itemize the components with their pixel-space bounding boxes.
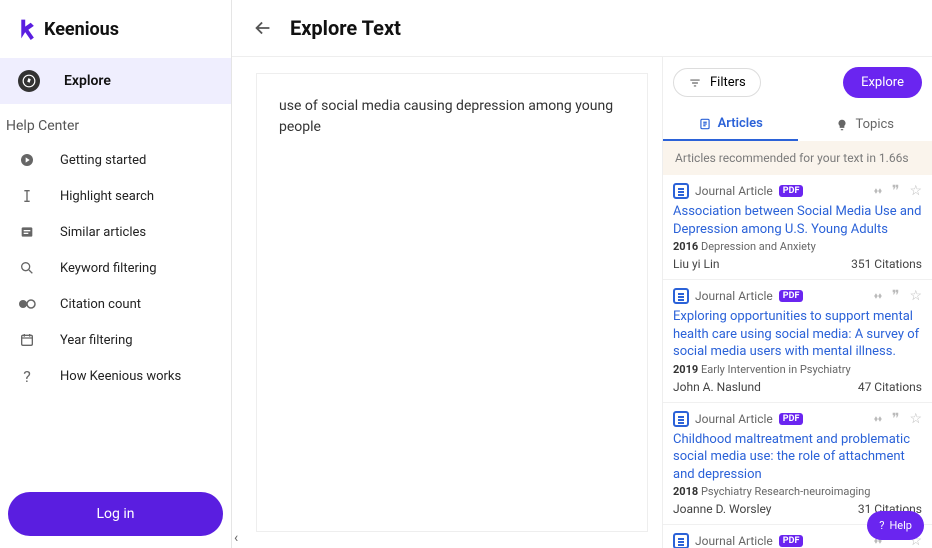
- help-question-icon: ?: [879, 519, 884, 532]
- hc-getting-started[interactable]: Getting started: [0, 142, 231, 178]
- filters-button[interactable]: Filters: [673, 68, 761, 97]
- article-meta: 2016 Depression and Anxiety: [673, 240, 922, 253]
- toggle-icon: [18, 295, 36, 313]
- result-tabs: Articles Topics: [663, 108, 932, 141]
- sidebar: Keenious Explore Help Center Getting sta…: [0, 0, 232, 548]
- recommendation-banner: Articles recommended for your text in 1.…: [663, 141, 932, 175]
- help-center-heading: Help Center: [0, 104, 231, 142]
- hc-similar-articles[interactable]: Similar articles: [0, 214, 231, 250]
- search-icon: [18, 259, 36, 277]
- pdf-badge: PDF: [779, 290, 804, 302]
- article-type: Journal Article: [695, 534, 773, 548]
- pdf-badge: PDF: [779, 185, 804, 197]
- hc-citation-count[interactable]: Citation count: [0, 286, 231, 322]
- article-meta: 2018 Psychiatry Research-neuroimaging: [673, 485, 922, 498]
- article-type: Journal Article: [695, 184, 773, 198]
- sidebar-item-label: Explore: [64, 73, 111, 89]
- text-cursor-icon: [18, 187, 36, 205]
- quote-icon[interactable]: ❞: [892, 288, 900, 304]
- article-type: Journal Article: [695, 412, 773, 426]
- article-type: Journal Article: [695, 289, 773, 303]
- hc-highlight-search[interactable]: Highlight search: [0, 178, 231, 214]
- article-icon: [698, 117, 712, 131]
- quote-icon[interactable]: ❞: [892, 411, 900, 427]
- tab-topics[interactable]: Topics: [798, 108, 932, 141]
- question-icon: ?: [18, 367, 36, 385]
- articles-icon: [18, 223, 36, 241]
- back-arrow-icon[interactable]: [252, 17, 274, 39]
- explore-button[interactable]: Explore: [843, 67, 922, 98]
- stats-icon[interactable]: ⬪⬪: [874, 411, 882, 427]
- help-fab[interactable]: ? Help: [867, 511, 924, 540]
- hc-how-it-works[interactable]: ?How Keenious works: [0, 358, 231, 394]
- results-panel: Filters Explore Articles Topics Articles…: [662, 57, 932, 548]
- brand: Keenious: [0, 0, 231, 58]
- play-circle-icon: [18, 151, 36, 169]
- document-icon: [673, 411, 689, 427]
- brand-name: Keenious: [44, 19, 119, 40]
- article-citations: 351 Citations: [851, 257, 922, 271]
- article-author: John A. Naslund: [673, 380, 761, 394]
- collapse-handle-icon[interactable]: ‹: [234, 530, 238, 546]
- articles-list: Journal Article PDF ⬪⬪ ❞ ☆ Association b…: [663, 175, 932, 548]
- hc-keyword-filtering[interactable]: Keyword filtering: [0, 250, 231, 286]
- article-title[interactable]: Exploring opportunities to support menta…: [673, 308, 922, 361]
- pdf-badge: PDF: [779, 413, 804, 425]
- document-icon: [673, 183, 689, 199]
- star-icon[interactable]: ☆: [909, 183, 922, 199]
- article-citations: 47 Citations: [858, 380, 922, 394]
- article-item[interactable]: Journal Article PDF ⬪⬪ ❞ ☆ Association b…: [663, 175, 932, 280]
- article-meta: 2019 Early Intervention in Psychiatry: [673, 363, 922, 376]
- page-title: Explore Text: [290, 16, 401, 40]
- filter-icon: [688, 76, 702, 90]
- article-item[interactable]: Journal Article PDF ⬪⬪ ❞ ☆ Exploring opp…: [663, 280, 932, 403]
- keenious-logo-icon: [16, 18, 36, 40]
- document-icon: [673, 533, 689, 548]
- stats-icon[interactable]: ⬪⬪: [874, 288, 882, 304]
- stats-icon[interactable]: ⬪⬪: [874, 183, 882, 199]
- hc-year-filtering[interactable]: Year filtering: [0, 322, 231, 358]
- compass-icon: [18, 70, 40, 92]
- article-title[interactable]: Association between Social Media Use and…: [673, 203, 922, 238]
- article-title[interactable]: Childhood maltreatment and problematic s…: [673, 431, 922, 484]
- main-header: Explore Text: [232, 0, 932, 57]
- lightbulb-icon: [835, 118, 849, 132]
- star-icon[interactable]: ☆: [909, 288, 922, 304]
- editor-column: use of social media causing depression a…: [232, 57, 662, 548]
- quote-icon[interactable]: ❞: [892, 183, 900, 199]
- article-author: Liu yi Lin: [673, 257, 720, 271]
- main: Explore Text use of social media causing…: [232, 0, 932, 548]
- sidebar-item-explore[interactable]: Explore: [0, 58, 231, 104]
- editor-content: use of social media causing depression a…: [279, 98, 613, 135]
- article-item[interactable]: Journal Article PDF ⬪⬪ ❞ ☆ Childhood mal…: [663, 403, 932, 526]
- tab-articles[interactable]: Articles: [663, 108, 798, 141]
- article-author: Joanne D. Worsley: [673, 502, 771, 516]
- login-button[interactable]: Log in: [8, 492, 223, 536]
- document-icon: [673, 288, 689, 304]
- calendar-icon: [18, 331, 36, 349]
- text-editor[interactable]: use of social media causing depression a…: [256, 73, 648, 532]
- star-icon[interactable]: ☆: [909, 411, 922, 427]
- pdf-badge: PDF: [779, 535, 804, 547]
